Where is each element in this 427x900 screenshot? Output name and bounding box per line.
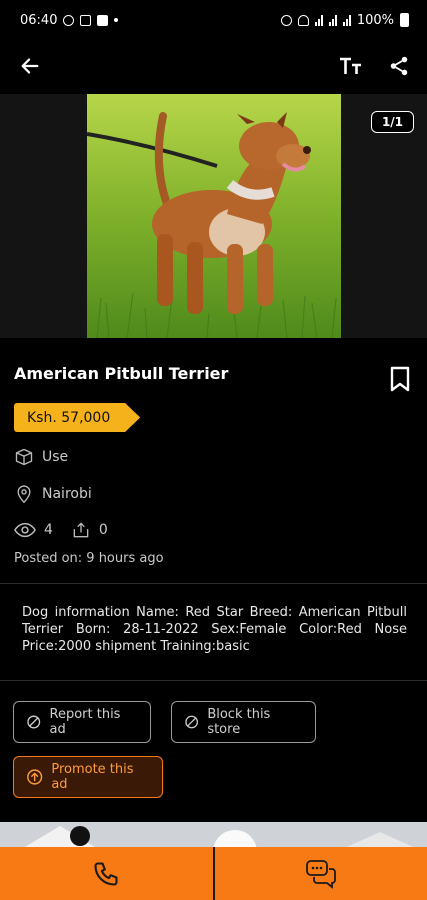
location-value: Nairobi xyxy=(42,486,92,502)
status-time: 06:40 xyxy=(20,12,58,28)
promote-ad-label: Promote this ad xyxy=(51,762,134,792)
battery-icon xyxy=(400,13,409,27)
text-size-button[interactable] xyxy=(337,52,365,80)
location-pin-icon xyxy=(17,485,31,504)
report-ad-label: Report this ad xyxy=(49,707,121,737)
ad-banner[interactable] xyxy=(0,822,427,850)
listing-description: Dog information Name: Red Star Breed: Am… xyxy=(22,605,407,654)
dog-photo-illustration xyxy=(87,94,341,338)
image-gallery[interactable]: 1/1 xyxy=(0,94,427,338)
app-bar-actions xyxy=(337,52,413,80)
signal-2-icon xyxy=(342,14,351,26)
bookmark-icon xyxy=(390,366,410,392)
listing-title: American Pitbull Terrier xyxy=(14,364,229,383)
price-tag: Ksh. 57,000 xyxy=(14,403,141,432)
text-size-icon xyxy=(340,57,361,74)
eye-icon xyxy=(14,522,36,538)
block-icon xyxy=(185,715,199,729)
listing-photo[interactable] xyxy=(87,94,341,338)
back-button[interactable] xyxy=(16,52,44,80)
phone-icon xyxy=(94,861,118,886)
divider xyxy=(0,680,427,681)
block-store-label: Block this store xyxy=(207,707,271,737)
status-bar: 06:40 100% xyxy=(0,0,427,40)
condition-value: Use xyxy=(42,449,69,465)
share-button[interactable] xyxy=(385,52,413,80)
block-icon xyxy=(27,715,41,729)
image-counter: 1/1 xyxy=(371,111,414,133)
notification-icon xyxy=(63,14,75,26)
wifi-signal-icon xyxy=(328,14,337,26)
share-out-icon xyxy=(73,522,89,538)
arrow-left-icon xyxy=(21,58,39,74)
chat-icon xyxy=(305,859,336,889)
share-icon xyxy=(390,56,408,76)
app-notification-icon xyxy=(97,14,109,26)
condition-row: Use xyxy=(14,447,68,467)
report-ad-button[interactable]: Report this ad xyxy=(13,701,151,743)
divider xyxy=(0,583,427,584)
location-row: Nairobi xyxy=(14,484,92,504)
arrow-up-circle-icon xyxy=(27,769,43,785)
posted-time: Posted on: 9 hours ago xyxy=(14,551,164,566)
call-button[interactable] xyxy=(0,847,213,900)
top-app-bar xyxy=(0,40,427,92)
shares-count: 0 xyxy=(98,522,108,538)
stats-row: 4 0 xyxy=(14,520,108,540)
bookmark-button[interactable] xyxy=(386,365,414,393)
alarm-icon xyxy=(280,14,292,26)
status-left: 06:40 xyxy=(20,12,119,28)
box-icon xyxy=(15,448,33,466)
ad-banner-graphic xyxy=(0,822,427,850)
chat-button[interactable] xyxy=(215,847,427,900)
more-notifications-icon xyxy=(114,18,119,22)
promote-ad-button[interactable]: Promote this ad xyxy=(13,756,163,798)
bottom-contact-bar xyxy=(0,847,427,900)
signal-icon xyxy=(314,14,323,26)
views-count: 4 xyxy=(44,522,53,538)
status-right: 100% xyxy=(280,12,409,28)
hotspot-icon xyxy=(297,14,309,26)
gallery-notification-icon xyxy=(80,14,92,26)
battery-percent: 100% xyxy=(356,12,394,28)
block-store-button[interactable]: Block this store xyxy=(171,701,316,743)
